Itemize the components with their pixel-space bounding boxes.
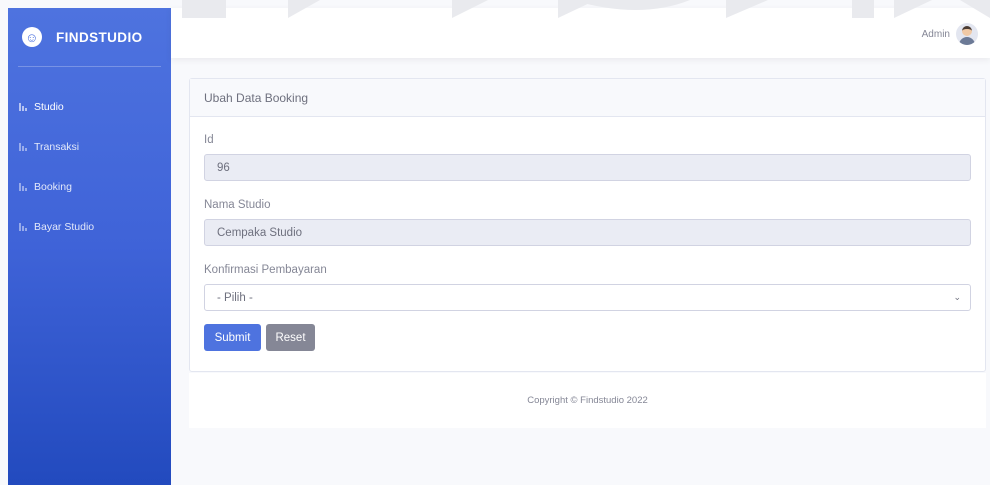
topbar: Admin: [171, 8, 990, 58]
chart-bars-icon: [19, 103, 28, 111]
submit-button[interactable]: Submit: [204, 324, 261, 351]
sidebar-item-studio[interactable]: Studio: [8, 87, 171, 127]
sidebar-item-label: Studio: [34, 101, 64, 113]
sidebar-divider: [18, 66, 161, 67]
chevron-down-icon: ⌄: [953, 292, 961, 302]
footer: Copyright © Findstudio 2022: [189, 373, 986, 428]
konfirmasi-pembayaran-select[interactable]: - Pilih - ⌄: [204, 284, 971, 311]
reset-button[interactable]: Reset: [266, 324, 315, 351]
edit-booking-form: Id 96 Nama Studio Cempaka Studio Konfirm…: [190, 117, 985, 351]
chart-bars-icon: [19, 183, 28, 191]
id-value: 96: [217, 161, 230, 174]
sidebar-item-label: Booking: [34, 181, 72, 193]
nama-studio-label: Nama Studio: [204, 199, 271, 211]
smiley-icon: ☺: [22, 27, 42, 47]
edit-booking-card: Ubah Data Booking Id 96 Nama Studio Cemp…: [189, 78, 986, 372]
sidebar-nav: Studio Transaksi Booking Bayar Studio: [8, 87, 171, 247]
copyright-text: Copyright © Findstudio 2022: [527, 395, 648, 406]
chart-bars-icon: [19, 223, 28, 231]
user-menu[interactable]: Admin: [922, 23, 978, 45]
user-avatar-icon: [956, 23, 978, 45]
chart-bars-icon: [19, 143, 28, 151]
user-name: Admin: [921, 28, 950, 40]
card-title: Ubah Data Booking: [190, 79, 985, 117]
select-value: - Pilih -: [217, 291, 253, 304]
form-actions: Submit Reset: [204, 324, 971, 351]
id-field[interactable]: 96: [204, 154, 971, 181]
nama-studio-field[interactable]: Cempaka Studio: [204, 219, 971, 246]
sidebar: ☺ FINDSTUDIO Studio Transaksi Booking Ba…: [8, 8, 171, 485]
sidebar-item-bayar-studio[interactable]: Bayar Studio: [8, 207, 171, 247]
sidebar-item-label: Bayar Studio: [34, 221, 95, 233]
brand-name: FINDSTUDIO: [56, 29, 143, 45]
sidebar-brand[interactable]: ☺ FINDSTUDIO: [8, 8, 171, 66]
nama-studio-value: Cempaka Studio: [217, 226, 303, 239]
sidebar-item-transaksi[interactable]: Transaksi: [8, 127, 171, 167]
id-label: Id: [204, 134, 214, 146]
sidebar-item-booking[interactable]: Booking: [8, 167, 171, 207]
sidebar-item-label: Transaksi: [34, 141, 80, 153]
konfirmasi-pembayaran-label: Konfirmasi Pembayaran: [204, 264, 327, 276]
